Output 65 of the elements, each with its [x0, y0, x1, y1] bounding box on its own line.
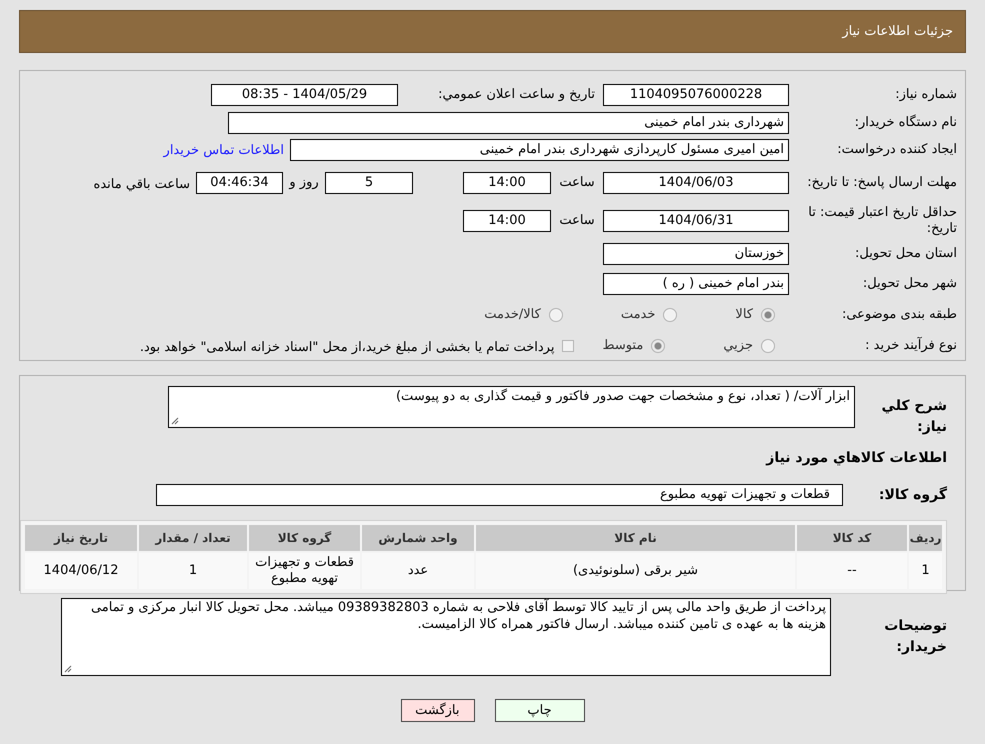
checkbox[interactable]: [562, 340, 574, 352]
radio-button[interactable]: [663, 308, 678, 322]
column-header: واحد شمارش: [362, 525, 474, 551]
resize-grip-icon: [64, 665, 72, 673]
field-label: طبقه بندی موضوعی:: [840, 306, 958, 322]
treasury-note: پرداخت تمام يا بخشی از مبلغ خرید،از محل "اسناد خزانه اسلامی" خواهد بود.: [140, 340, 554, 356]
page-title: جزئیات اطلاعات نیاز: [842, 22, 953, 41]
table-cell: قطعات و تجهیزات تهویه مطبوع: [249, 553, 360, 589]
field-label: ایجاد کننده درخواست:: [836, 142, 958, 158]
buyer-field: شهرداری بندر امام خمینی: [228, 112, 789, 134]
resize-grip-icon: [171, 417, 179, 425]
remaining-time-field: 04:46:34: [196, 172, 283, 194]
field-label: شماره نیاز:: [894, 86, 958, 103]
table-cell: 1: [909, 553, 942, 589]
field-label: استان محل تحویل:: [854, 246, 958, 262]
announce-date-field: 1404/05/29 - 08:35: [211, 84, 398, 106]
need-number-field: 1104095076000228: [603, 84, 789, 106]
section-heading: اطلاعات كالاهاي مورد نياز: [766, 448, 947, 468]
city-field: بندر امام خمینی ( ره ): [603, 272, 789, 295]
validity-date-field: 1404/06/31: [603, 210, 789, 232]
column-header: نام کالا: [476, 525, 795, 551]
column-header: تعداد / مقدار: [139, 525, 247, 551]
validity-time-field: 14:00: [463, 210, 551, 232]
province-field: خوزستان: [603, 243, 789, 266]
table-cell: --: [797, 553, 907, 589]
field-label: روز و: [289, 174, 319, 192]
buyer-notes-box: پرداخت از طریق واحد مالی پس از تایید کالا توسط آقای فلاحی به شماره 09389382803 میباشد. محل تحویل کالا انبار مرکزی و تمامی هزینه ها به عهده ی تامین کننده میباشد. ارسال فاکتور همراه کالا الزامیست.: [61, 598, 831, 676]
column-header: ردیف: [909, 525, 942, 551]
field-label: نوع فرآیند خرید :: [864, 338, 958, 354]
radio-label: کالا: [735, 306, 753, 324]
radio-button[interactable]: [651, 339, 666, 354]
radio-label: کالا/خدمت: [484, 306, 541, 324]
radio-button[interactable]: [761, 339, 775, 354]
back-button[interactable]: بازگشت: [400, 699, 474, 722]
table-cell: شیر برقی (سلونوئیدی): [476, 553, 795, 589]
radio-label: متوسط: [602, 337, 644, 356]
days-field: 5: [325, 172, 413, 194]
field-label: ساعت: [559, 212, 595, 230]
column-header: تاریخ نیاز: [25, 525, 137, 551]
column-header: کد کالا: [797, 525, 907, 551]
field-label: شرح كلي نياز:: [880, 397, 947, 437]
radio-button[interactable]: [548, 308, 563, 322]
field-label: مهلت ارسال پاسخ: تا تاریخ:: [806, 174, 958, 191]
field-label: گروه کالا:: [878, 485, 947, 504]
table-cell: عدد: [362, 553, 474, 589]
buyer-contact-link[interactable]: اطلاعات تماس خریدار: [164, 140, 284, 160]
table-cell: 1404/06/12: [25, 553, 137, 589]
goods-group-field: قطعات و تجهیزات تهویه مطبوع: [156, 484, 843, 506]
summary-box: ابزار آلات/ ( تعداد، نوع و مشخصات جهت صدور فاکتور و قیمت گذاری به دو پیوست): [168, 386, 855, 428]
field-label: نام دستگاه خریدار:: [854, 114, 958, 131]
field-label: ساعت باقي مانده: [94, 176, 190, 192]
field-label: ساعت: [559, 174, 595, 192]
print-button[interactable]: چاپ: [494, 699, 584, 722]
column-header: گروه کالا: [249, 525, 360, 551]
radio-label: خدمت: [620, 306, 656, 324]
field-label: حداقل تاریخ اعتبار قیمت: تا تاریخ:: [807, 204, 958, 236]
creator-field: امین امیری مسئول کارپردازی شهرداری بندر امام خمینی: [290, 139, 789, 162]
field-label: تاریخ و ساعت اعلان عمومي:: [437, 86, 596, 103]
deadline-date-field: 1404/06/03: [603, 172, 789, 194]
table-cell: 1: [139, 553, 247, 589]
field-label: شهر محل تحویل:: [862, 276, 958, 292]
deadline-time-field: 14:00: [463, 172, 551, 194]
field-label: توضیحات خریدار:: [883, 617, 947, 657]
radio-button[interactable]: [761, 308, 775, 322]
radio-label: جزيي: [723, 337, 753, 356]
